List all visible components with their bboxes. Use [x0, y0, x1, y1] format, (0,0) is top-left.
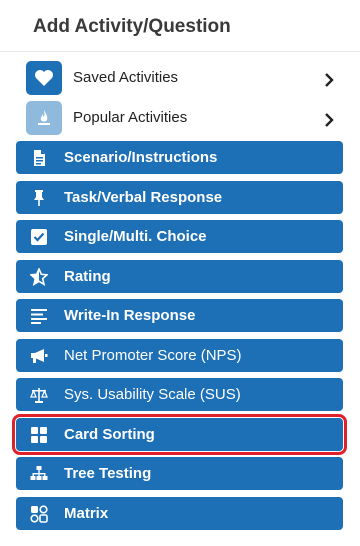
heart-icon: [26, 61, 62, 95]
button-label: Rating: [64, 268, 111, 285]
popular-activities-link[interactable]: Popular Activities: [26, 101, 342, 135]
write-in-response-button[interactable]: Write-In Response: [16, 299, 343, 332]
system-usability-scale-button[interactable]: Sys. Usability Scale (SUS): [16, 378, 343, 411]
pin-icon: [34, 190, 44, 206]
button-label: Net Promoter Score (NPS): [64, 347, 242, 364]
checkbox-icon: [31, 229, 47, 245]
matrix-button[interactable]: Matrix: [16, 497, 343, 530]
button-label: Write-In Response: [64, 307, 196, 324]
button-label: Matrix: [64, 505, 109, 522]
button-label: Scenario/Instructions: [64, 149, 218, 166]
saved-activities-label: Saved Activities: [73, 69, 179, 86]
panel-header: Add Activity/Question: [0, 0, 360, 52]
chevron-right-icon: [325, 113, 334, 127]
scale-icon: [30, 388, 48, 403]
popular-activities-label: Popular Activities: [73, 109, 188, 126]
rating-button[interactable]: Rating: [16, 260, 343, 293]
matrix-icon: [30, 505, 48, 523]
flame-icon: [26, 101, 62, 135]
button-label: Single/Multi. Choice: [64, 228, 207, 245]
button-label: Sys. Usability Scale (SUS): [64, 386, 241, 403]
grid-icon: [31, 427, 47, 443]
button-label: Task/Verbal Response: [64, 189, 223, 206]
chevron-right-icon: [325, 73, 334, 87]
single-multi-choice-button[interactable]: Single/Multi. Choice: [16, 220, 343, 253]
star-icon: [30, 268, 48, 286]
panel-title: Add Activity/Question: [33, 16, 231, 37]
add-activity-panel: Add Activity/Question Saved Activities P…: [0, 0, 360, 546]
button-label: Tree Testing: [64, 465, 152, 482]
task-verbal-response-button[interactable]: Task/Verbal Response: [16, 181, 343, 214]
hierarchy-icon: [30, 466, 48, 480]
text-lines-icon: [31, 309, 47, 324]
net-promoter-score-button[interactable]: Net Promoter Score (NPS): [16, 339, 343, 372]
document-icon: [34, 150, 45, 166]
megaphone-icon: [31, 349, 48, 363]
card-sorting-button[interactable]: Card Sorting: [12, 414, 347, 455]
button-label: Card Sorting: [64, 426, 155, 443]
scenario-instructions-button[interactable]: Scenario/Instructions: [16, 141, 343, 174]
saved-activities-link[interactable]: Saved Activities: [26, 61, 342, 95]
tree-testing-button[interactable]: Tree Testing: [16, 457, 343, 490]
